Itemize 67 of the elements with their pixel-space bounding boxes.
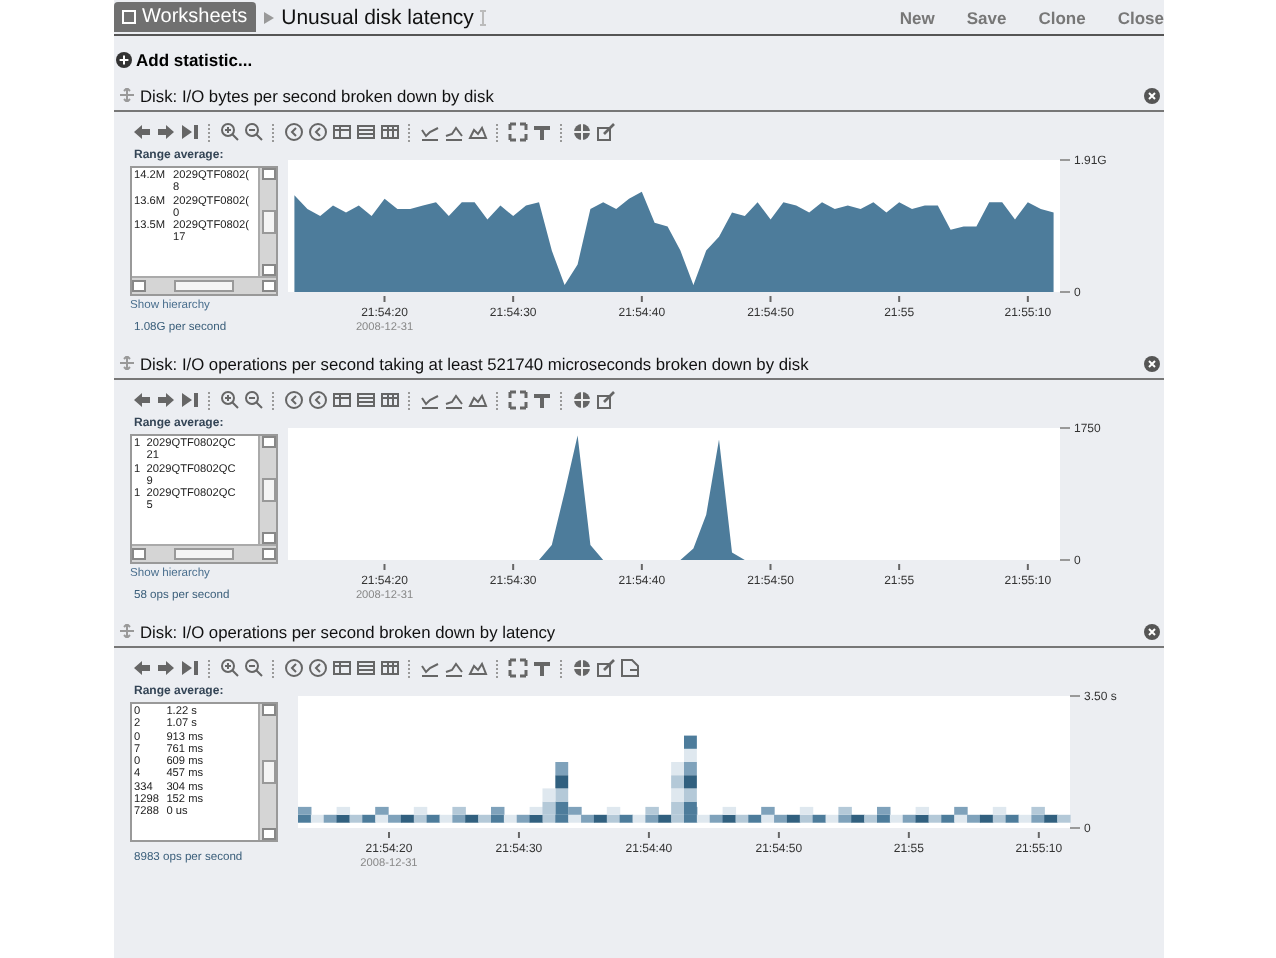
edit-icon[interactable] bbox=[596, 658, 616, 678]
line-chart-icon[interactable] bbox=[420, 122, 440, 142]
line-chart-icon[interactable] bbox=[444, 390, 464, 410]
zoom-out-icon[interactable] bbox=[244, 390, 264, 410]
edit-icon[interactable] bbox=[596, 390, 616, 410]
skip-end-icon[interactable] bbox=[180, 390, 200, 410]
toolbar-button[interactable]: Clone bbox=[1038, 7, 1086, 27]
zoom-out-icon[interactable] bbox=[244, 658, 264, 678]
table-icon[interactable] bbox=[380, 122, 400, 142]
right-arrow-icon[interactable] bbox=[156, 390, 176, 410]
toolbar-button[interactable]: Save bbox=[966, 7, 1007, 27]
scrollbar[interactable] bbox=[132, 544, 276, 562]
table-icon[interactable] bbox=[356, 658, 376, 678]
expand-icon[interactable] bbox=[508, 122, 528, 142]
line-chart-icon[interactable] bbox=[420, 658, 440, 678]
scrollbar[interactable] bbox=[258, 436, 276, 544]
drag-handle-icon[interactable] bbox=[120, 356, 134, 370]
line-chart-icon[interactable] bbox=[420, 390, 440, 410]
add-icon[interactable] bbox=[116, 52, 132, 68]
export-icon[interactable] bbox=[620, 658, 640, 678]
worksheets-tab[interactable]: Worksheets bbox=[114, 2, 256, 32]
zoom-out-icon[interactable] bbox=[244, 122, 264, 142]
globe-icon[interactable] bbox=[572, 122, 592, 142]
text-cursor-icon bbox=[479, 9, 486, 25]
toolbar-button[interactable]: Close bbox=[1117, 7, 1164, 27]
area-chart-icon[interactable] bbox=[468, 390, 488, 410]
expand-icon[interactable] bbox=[508, 390, 528, 410]
globe-icon[interactable] bbox=[572, 390, 592, 410]
globe-icon[interactable] bbox=[572, 658, 592, 678]
table-icon[interactable] bbox=[380, 390, 400, 410]
right-arrow-icon[interactable] bbox=[156, 122, 176, 142]
drag-handle-icon[interactable] bbox=[120, 624, 134, 638]
line-chart-icon[interactable] bbox=[444, 658, 464, 678]
close-icon[interactable] bbox=[1144, 87, 1160, 103]
panel-title: Disk: I/O operations per second taking at least 521740 microseconds broken down by disk bbox=[140, 353, 809, 373]
left-arrow-icon[interactable] bbox=[132, 122, 152, 142]
skip-end-icon[interactable] bbox=[180, 658, 200, 678]
add-statistic-link[interactable]: Add statistic... bbox=[136, 50, 253, 70]
scrollbar[interactable] bbox=[258, 704, 276, 840]
line-chart-icon[interactable] bbox=[444, 122, 464, 142]
left-arrow-icon[interactable] bbox=[132, 390, 152, 410]
table-icon[interactable] bbox=[356, 390, 376, 410]
zoom-in-icon[interactable] bbox=[220, 390, 240, 410]
drag-handle-icon[interactable] bbox=[120, 88, 134, 102]
left-arrow-icon[interactable] bbox=[132, 658, 152, 678]
table-icon[interactable] bbox=[356, 122, 376, 142]
close-icon[interactable] bbox=[1144, 355, 1160, 371]
zoom-in-icon[interactable] bbox=[220, 122, 240, 142]
worksheet-title: Unusual disk latency bbox=[281, 5, 474, 29]
table-icon[interactable] bbox=[332, 122, 352, 142]
table-icon[interactable] bbox=[332, 390, 352, 410]
right-arrow-icon[interactable] bbox=[156, 658, 176, 678]
expand-icon[interactable] bbox=[508, 658, 528, 678]
area-chart-icon[interactable] bbox=[468, 658, 488, 678]
panel-title: Disk: I/O operations per second broken down by latency bbox=[140, 621, 556, 641]
panel-title: Disk: I/O bytes per second broken down by disk bbox=[140, 85, 494, 105]
edit-icon[interactable] bbox=[596, 122, 616, 142]
close-icon[interactable] bbox=[1144, 623, 1160, 639]
breadcrumb-arrow-icon bbox=[263, 11, 274, 23]
table-icon[interactable] bbox=[380, 658, 400, 678]
table-icon[interactable] bbox=[332, 658, 352, 678]
zoom-in-icon[interactable] bbox=[220, 658, 240, 678]
scrollbar[interactable] bbox=[258, 168, 276, 276]
toolbar-button[interactable]: New bbox=[899, 7, 935, 27]
skip-end-icon[interactable] bbox=[180, 122, 200, 142]
area-chart-icon[interactable] bbox=[468, 122, 488, 142]
scrollbar[interactable] bbox=[132, 276, 276, 294]
